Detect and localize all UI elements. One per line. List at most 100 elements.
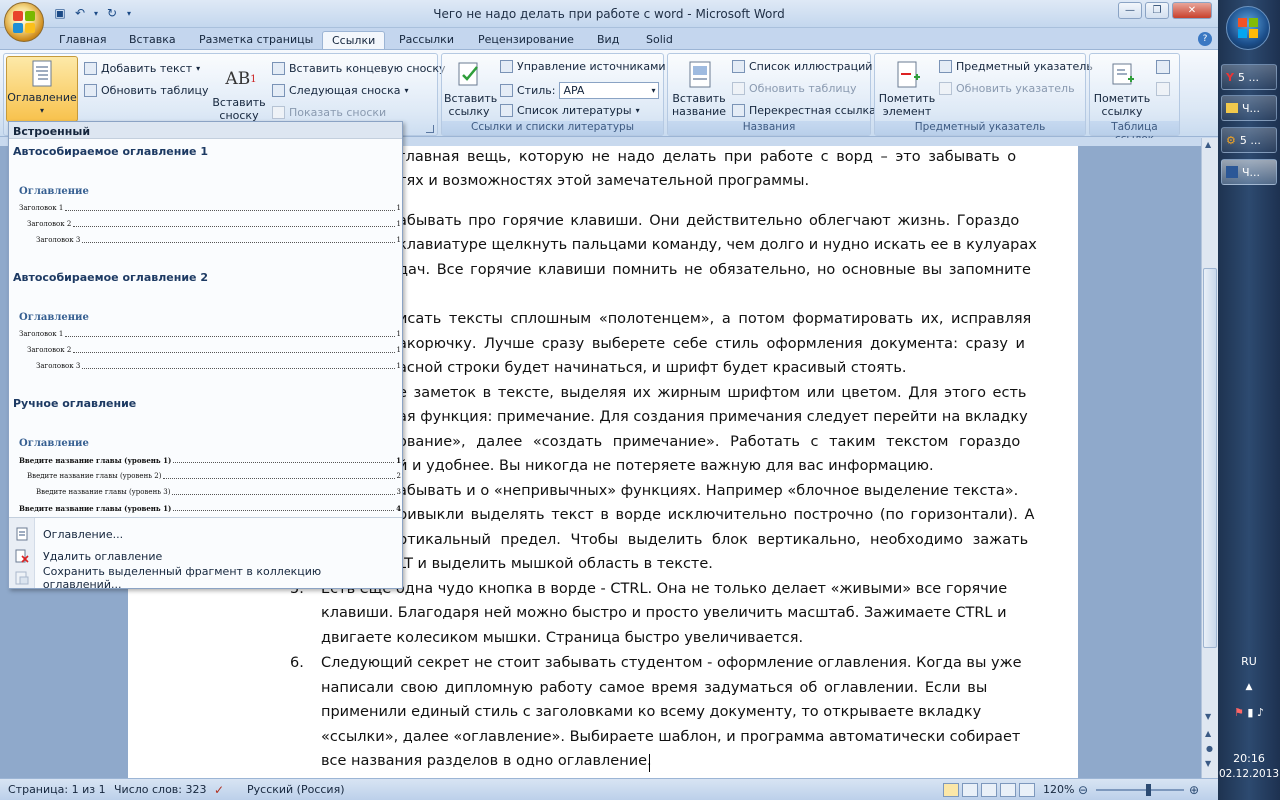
word-icon (1226, 166, 1238, 178)
update-toa-icon[interactable] (1156, 82, 1170, 96)
cross-reference-button[interactable]: Перекрестная ссылка (732, 104, 876, 117)
tab-references[interactable]: Ссылки (322, 31, 386, 50)
toc-small-icon (9, 527, 35, 541)
draft-icon[interactable] (1019, 783, 1035, 797)
minimize-button[interactable]: — (1118, 2, 1142, 19)
tab-review[interactable]: Рецензирование (469, 31, 583, 50)
help-icon[interactable]: ? (1198, 32, 1212, 46)
update-table-icon (84, 84, 97, 97)
auto-toc-1-preview[interactable]: Оглавление Заголовок 11 Заголовок 21 Заг… (19, 186, 401, 248)
next-footnote-button[interactable]: Следующая сноска ▾ (272, 84, 409, 97)
tab-solid[interactable]: Solid (637, 31, 682, 50)
insert-endnote-button[interactable]: Вставить концевую сноску (272, 62, 446, 75)
doc-line: й и удобнее. Вы никогда не потеряете важ… (398, 458, 934, 474)
toc-dialog-menu-item[interactable]: Оглавление... (9, 523, 402, 545)
manage-sources-icon (500, 60, 513, 73)
office-button[interactable] (4, 2, 44, 42)
flag-icon[interactable]: ⚑ (1234, 706, 1244, 719)
zoom-slider-handle[interactable] (1146, 784, 1151, 796)
taskbar-item-word[interactable]: Ч... (1221, 159, 1277, 185)
update-table-button[interactable]: Обновить таблицу (84, 84, 209, 97)
word-count[interactable]: Число слов: 323 (114, 783, 207, 796)
tab-mailings[interactable]: Рассылки (390, 31, 463, 50)
tab-insert[interactable]: Вставка (120, 31, 185, 50)
taskbar-item-folder[interactable]: Ч... (1221, 95, 1277, 121)
next-page-icon[interactable]: ▼ (1205, 759, 1211, 768)
show-notes-button[interactable]: Показать сноски (272, 106, 386, 119)
language-indicator[interactable]: Русский (Россия) (247, 783, 345, 796)
save-selection-menu-item[interactable]: Сохранить выделенный фрагмент в коллекци… (9, 565, 402, 591)
mark-citation-button[interactable]: Пометить ссылку (1092, 58, 1154, 118)
insert-caption-button[interactable]: Вставить название (670, 58, 730, 118)
endnote-icon (272, 62, 285, 75)
insert-toa-icon[interactable] (1156, 60, 1170, 74)
add-text-button[interactable]: Добавить текст ▾ (84, 62, 200, 75)
page-count[interactable]: Страница: 1 из 1 (8, 783, 106, 796)
yandex-icon: Y (1226, 70, 1234, 84)
toc-button[interactable]: Оглавление ▾ (6, 56, 78, 122)
windows-taskbar: Y5 ... Ч... ⚙ 5 ... Ч... RU ▲ ⚑ ▮ ♪ 20:16… (1218, 0, 1280, 800)
doc-line: дач. Все горячие клавиши помнить не обяз… (398, 262, 1031, 278)
mark-entry-button[interactable]: Пометить элемент (877, 58, 939, 118)
group-index: Пометить элемент Предметный указатель Об… (874, 53, 1093, 136)
zoom-level[interactable]: 120% (1043, 783, 1074, 796)
volume-icon[interactable]: ♪ (1257, 706, 1264, 719)
tab-page-layout[interactable]: Разметка страницы (190, 31, 322, 50)
auto-toc-2-preview[interactable]: Оглавление Заголовок 11 Заголовок 21 Заг… (19, 312, 401, 374)
update-index-icon (939, 82, 952, 95)
scroll-down-icon[interactable]: ▼ (1205, 712, 1211, 721)
manage-sources-button[interactable]: Управление источниками (500, 60, 666, 73)
window-controls: — ❐ ✕ (1118, 2, 1212, 19)
taskbar-item-yandex[interactable]: Y5 ... (1221, 64, 1277, 90)
toc-preview-heading: Оглавление (19, 438, 89, 449)
zoom-in-icon[interactable]: ⊕ (1189, 783, 1199, 797)
zoom-out-icon[interactable]: ⊖ (1078, 783, 1088, 797)
prev-page-icon[interactable]: ▲ (1205, 729, 1211, 738)
doc-line: все названия разделов в одно оглавление. (321, 753, 652, 769)
doc-line: LT и выделить мышкой область в тексте. (398, 556, 713, 572)
insert-citation-button[interactable]: Вставить ссылку (444, 58, 497, 118)
update-index-button[interactable]: Обновить указатель (939, 82, 1075, 95)
full-screen-reading-icon[interactable] (962, 783, 978, 797)
clock-date[interactable]: 02.12.2013 (1218, 768, 1280, 780)
insert-footnote-button[interactable]: AB 1 Вставить сноску (211, 62, 271, 122)
tray-expand-icon[interactable]: ▲ (1218, 682, 1280, 692)
group-table-of-authorities: Пометить ссылку Таблица ссылок (1089, 53, 1180, 145)
table-of-figures-button[interactable]: Список иллюстраций (732, 60, 872, 73)
browse-object-icon[interactable]: ● (1206, 744, 1213, 753)
network-icon[interactable]: ▮ (1247, 706, 1253, 719)
proofing-icon[interactable]: ✓ (214, 783, 224, 797)
auto-toc-1-title: Автособираемое оглавление 1 (13, 145, 208, 158)
zoom-slider[interactable] (1096, 789, 1184, 791)
captions-group-label: Названия (668, 121, 870, 135)
bibliography-button[interactable]: Список литературы ▾ (500, 104, 640, 117)
outline-icon[interactable] (1000, 783, 1016, 797)
close-button[interactable]: ✕ (1172, 2, 1212, 19)
vertical-scrollbar[interactable]: ▲ ▼ ▲ ● ▼ (1201, 138, 1218, 778)
tab-home[interactable]: Главная (50, 31, 116, 50)
save-to-gallery-icon (9, 571, 35, 585)
footnotes-launcher-icon[interactable] (426, 125, 434, 133)
update-figures-button[interactable]: Обновить таблицу (732, 82, 857, 95)
toc-button-label: Оглавление (7, 91, 77, 104)
scroll-thumb[interactable] (1203, 268, 1217, 648)
remove-toc-menu-item[interactable]: Удалить оглавление (9, 545, 402, 567)
doc-line: ривыкли выделять текст в ворде исключите… (398, 507, 1035, 523)
clock-time[interactable]: 20:16 (1218, 752, 1280, 765)
restore-button[interactable]: ❐ (1145, 2, 1169, 19)
language-bar[interactable]: RU (1218, 655, 1280, 668)
manual-toc-preview[interactable]: Оглавление Введите название главы (урове… (19, 438, 401, 516)
insert-index-button[interactable]: Предметный указатель (939, 60, 1093, 73)
tab-view[interactable]: Вид (588, 31, 628, 50)
style-dropdown[interactable]: APA ▾ (559, 82, 660, 99)
auto-toc-2-title: Автособираемое оглавление 2 (13, 271, 208, 284)
gallery-separator (9, 517, 402, 518)
web-layout-icon[interactable] (981, 783, 997, 797)
start-button[interactable] (1226, 6, 1270, 50)
text-caret (649, 754, 650, 772)
update-figures-icon (732, 82, 745, 95)
scroll-up-icon[interactable]: ▲ (1205, 140, 1211, 149)
office-logo-icon (13, 11, 35, 33)
print-layout-icon[interactable] (943, 783, 959, 797)
taskbar-item-app[interactable]: ⚙ 5 ... (1221, 127, 1277, 153)
